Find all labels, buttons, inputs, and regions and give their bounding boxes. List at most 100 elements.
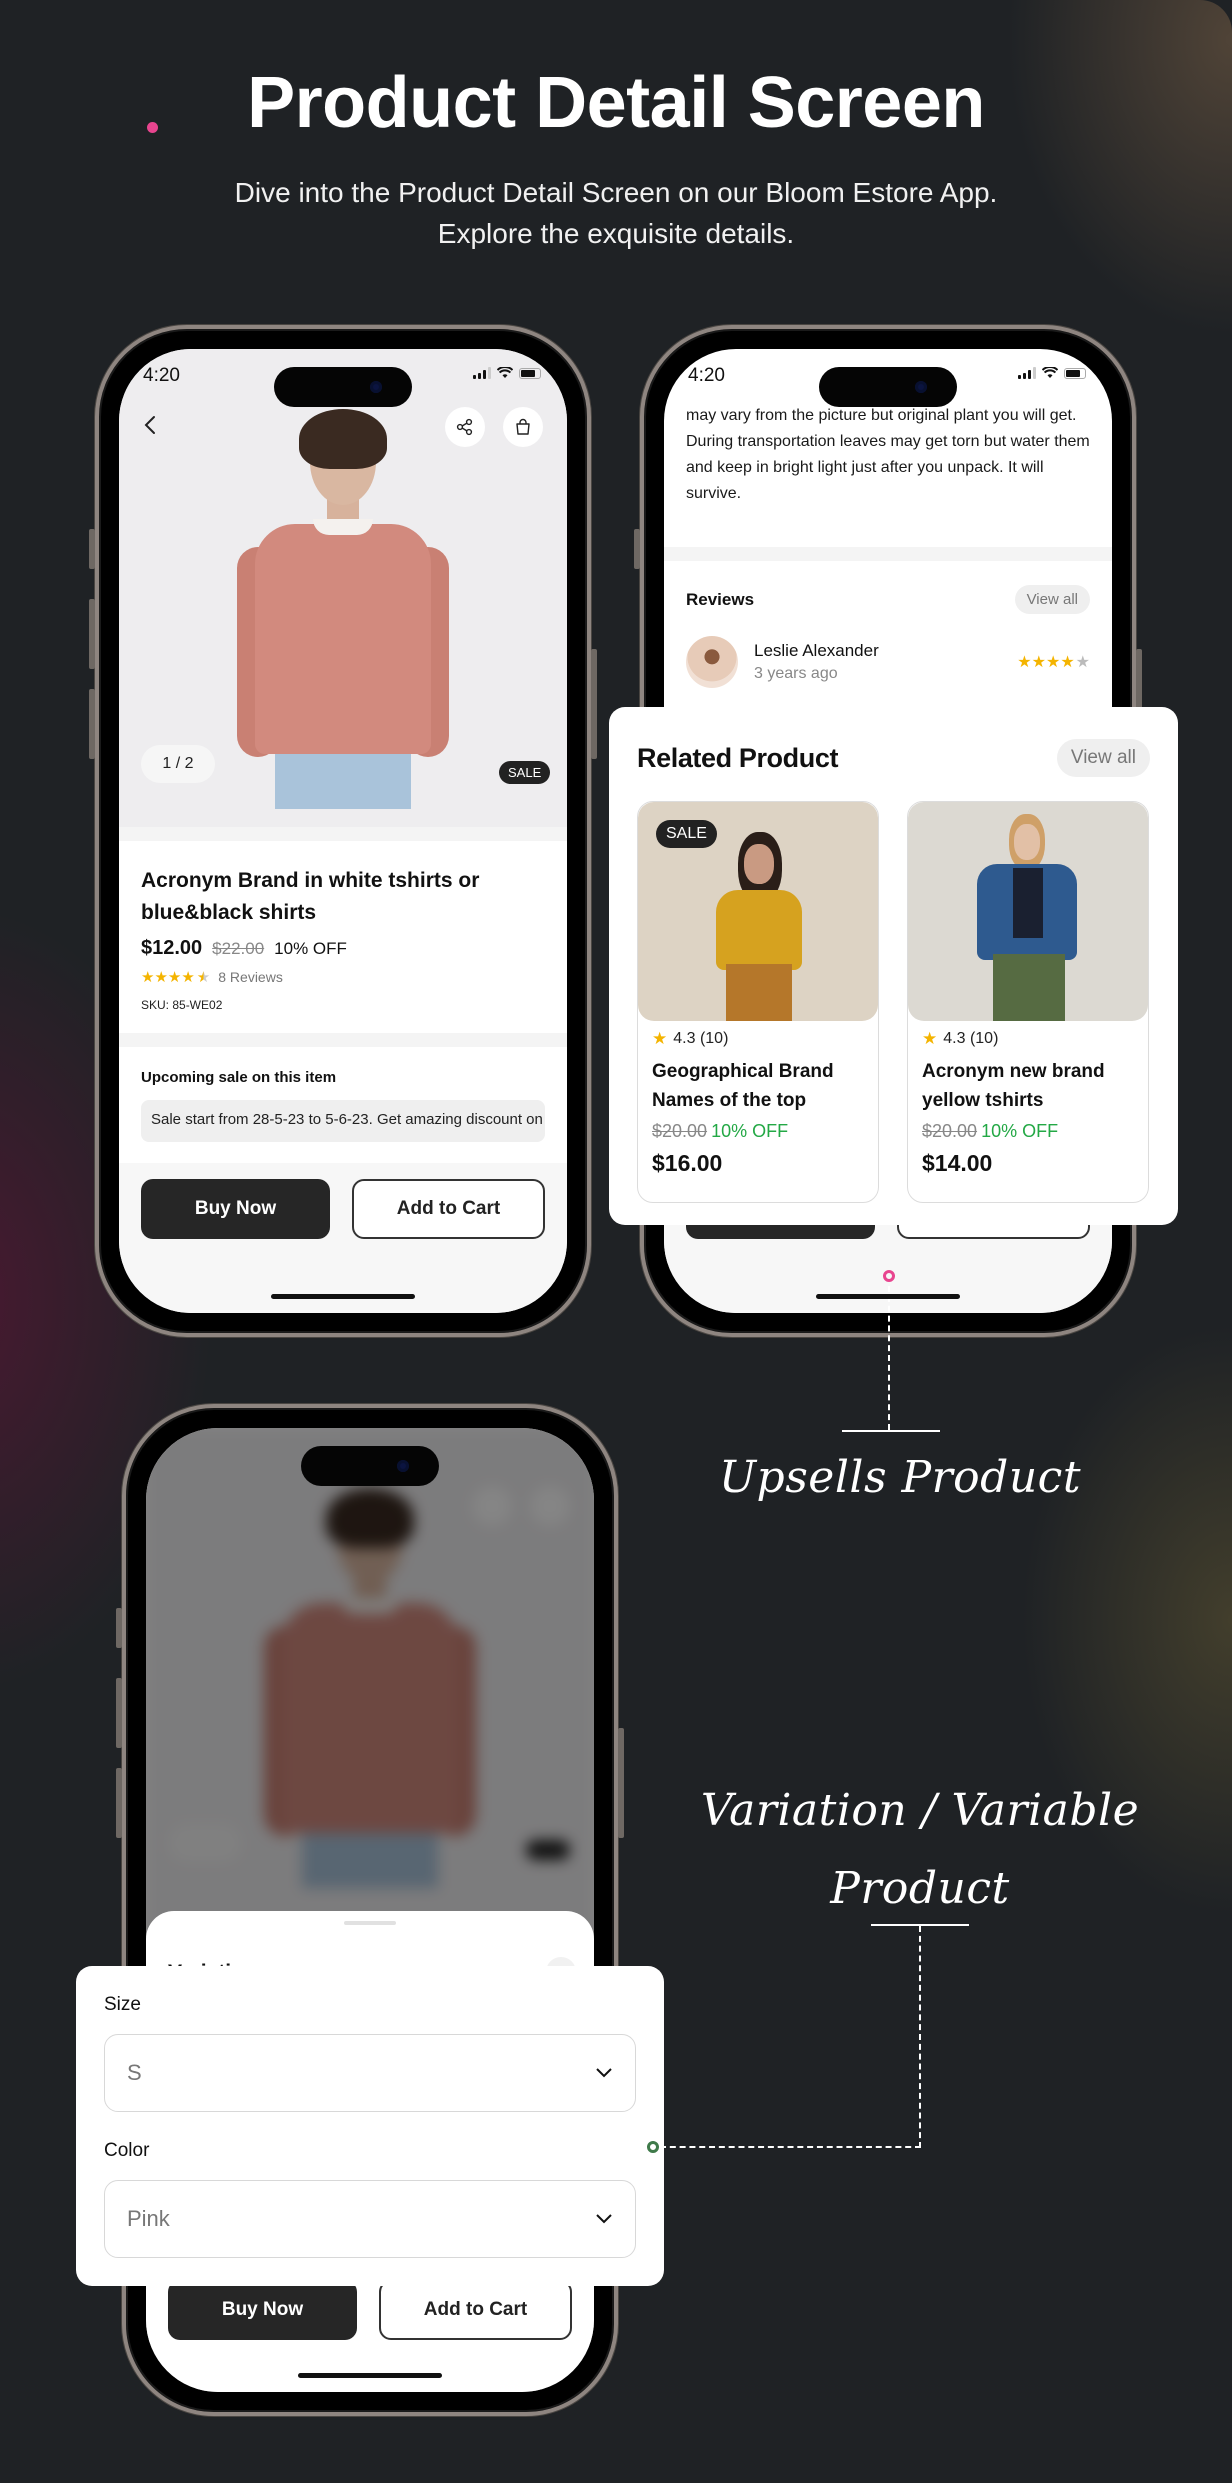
product-description: may vary from the picture but original p…	[686, 407, 1090, 502]
chevron-down-icon	[596, 2068, 612, 2078]
related-products-panel: Related Product View all SALE ★ 4.3 (10) …	[609, 707, 1178, 1225]
size-value: S	[127, 2060, 142, 2085]
home-indicator	[298, 2373, 442, 2378]
current-price: $12.00	[141, 937, 203, 959]
review-item: Leslie Alexander 3 years ago ★★★★ ★	[686, 636, 1090, 688]
product-card[interactable]: SALE ★ 4.3 (10) Geographical Brand Names …	[637, 801, 879, 1203]
upsells-annotation: Upsells Product	[718, 1452, 1082, 1503]
divider	[119, 827, 567, 841]
product-card-rating: ★ 4.3 (10)	[922, 1029, 999, 1048]
reviewer-avatar	[686, 636, 738, 688]
bottom-action-bar: Buy Now Add to Cart	[119, 1163, 567, 1313]
share-icon	[456, 418, 473, 436]
divider	[664, 547, 1112, 561]
color-select[interactable]: Pink	[104, 2180, 636, 2258]
shopping-bag-icon	[516, 418, 530, 435]
buy-now-button[interactable]: Buy Now	[168, 2280, 357, 2340]
product-card-price: $16.00	[652, 1150, 723, 1176]
home-indicator	[816, 1294, 960, 1299]
annotation-connector	[888, 1286, 890, 1430]
status-time: 4:20	[688, 365, 725, 386]
add-to-cart-button[interactable]: Add to Cart	[352, 1179, 545, 1239]
phone-side-button	[591, 649, 597, 759]
divider	[119, 1033, 567, 1047]
size-label: Size	[104, 1994, 141, 2015]
sale-badge: SALE	[656, 820, 717, 848]
signal-icon	[1018, 367, 1036, 379]
status-icons	[473, 367, 541, 379]
star-icon: ★	[922, 1029, 938, 1048]
phone-side-button	[116, 1768, 122, 1838]
add-to-cart-button[interactable]: Add to Cart	[379, 2280, 572, 2340]
product-image[interactable]: 1 / 2 SALE	[119, 349, 567, 827]
reviews-view-all-button[interactable]: View all	[1014, 585, 1090, 614]
dynamic-island	[819, 367, 957, 407]
product-card-image: SALE	[638, 802, 878, 1021]
page-subtitle: Dive into the Product Detail Screen on o…	[234, 177, 998, 249]
product-card-discount: 10% OFF	[711, 1121, 789, 1141]
upcoming-sale-title: Upcoming sale on this item	[141, 1069, 337, 1086]
related-title: Related Product	[637, 742, 839, 773]
rating-row[interactable]: ★★★★ ★ 8 Reviews	[141, 968, 545, 986]
sale-badge: SALE	[499, 761, 551, 784]
annotation-connector	[919, 1926, 921, 2148]
dynamic-island	[274, 367, 412, 407]
product-card[interactable]: ★ 4.3 (10) Acronym new brand yellow tshir…	[907, 801, 1149, 1203]
star-rating: ★★★★ ★	[141, 969, 211, 986]
wifi-icon	[1042, 367, 1058, 378]
phone-side-button	[116, 1678, 122, 1748]
product-photo-model	[973, 814, 1083, 1021]
wifi-icon	[497, 367, 513, 378]
back-icon[interactable]	[139, 413, 163, 437]
reviews-count[interactable]: 8 Reviews	[218, 969, 283, 985]
annotation-connector	[660, 2146, 921, 2148]
annotation-marker	[883, 1270, 895, 1282]
phone-screen: 4:20 1 / 2 SALE Acronym Brand in white t…	[119, 349, 567, 1313]
product-card-rating: ★ 4.3 (10)	[652, 1029, 729, 1048]
status-icons	[1018, 367, 1086, 379]
product-title: Acronym Brand in white tshirts or blue&b…	[141, 869, 480, 924]
original-price: $22.00	[212, 939, 265, 958]
reviews-title: Reviews	[686, 589, 755, 609]
buy-now-button[interactable]: Buy Now	[141, 1179, 330, 1239]
size-select[interactable]: S	[104, 2034, 636, 2112]
product-info: Acronym Brand in white tshirts or blue&b…	[119, 841, 567, 1047]
sheet-grab-handle[interactable]	[344, 1921, 396, 1925]
home-indicator	[271, 1294, 415, 1299]
status-time: 4:20	[143, 365, 180, 386]
product-card-old-price: $20.00	[922, 1121, 978, 1141]
phone-side-button	[116, 1608, 122, 1648]
phone-side-button	[89, 689, 95, 759]
reviewer-name: Leslie Alexander	[754, 641, 879, 660]
upcoming-sale-section: Upcoming sale on this item Sale start fr…	[119, 1047, 567, 1165]
variation-options-panel: Size S Color Pink	[76, 1966, 664, 2286]
page-title: Product Detail Screen	[247, 63, 985, 143]
battery-icon	[519, 367, 541, 379]
color-label: Color	[104, 2140, 150, 2161]
phone-side-button	[618, 1728, 624, 1838]
related-view-all-button[interactable]: View all	[1056, 739, 1150, 777]
review-time: 3 years ago	[754, 665, 838, 682]
product-card-image	[908, 802, 1148, 1021]
sku: SKU: 85-WE02	[141, 998, 223, 1012]
phone-side-button	[89, 599, 95, 669]
annotation-underline	[842, 1430, 940, 1432]
product-card-name: Geographical Brand Names of the top	[652, 1061, 834, 1111]
upcoming-sale-text: Sale start from 28-5-23 to 5-6-23. Get a…	[141, 1100, 545, 1142]
product-photo-model	[237, 409, 449, 819]
review-star-rating: ★★★★ ★	[1017, 654, 1090, 671]
phone-side-button	[634, 529, 640, 569]
cart-button[interactable]	[503, 407, 543, 447]
product-card-discount: 10% OFF	[981, 1121, 1059, 1141]
phone-product-detail: 4:20 1 / 2 SALE Acronym Brand in white t…	[89, 325, 597, 1337]
dynamic-island	[301, 1446, 439, 1486]
price-row: $12.00 $22.00 10% OFF	[141, 937, 545, 960]
share-button[interactable]	[445, 407, 485, 447]
variation-annotation: Variation / Variable Product	[700, 1785, 1140, 1914]
product-card-price: $14.00	[922, 1150, 993, 1176]
star-icon: ★	[652, 1029, 668, 1048]
annotation-marker	[647, 2141, 659, 2153]
product-card-old-price: $20.00	[652, 1121, 708, 1141]
battery-icon	[1064, 367, 1086, 379]
product-photo-model	[708, 832, 808, 1021]
